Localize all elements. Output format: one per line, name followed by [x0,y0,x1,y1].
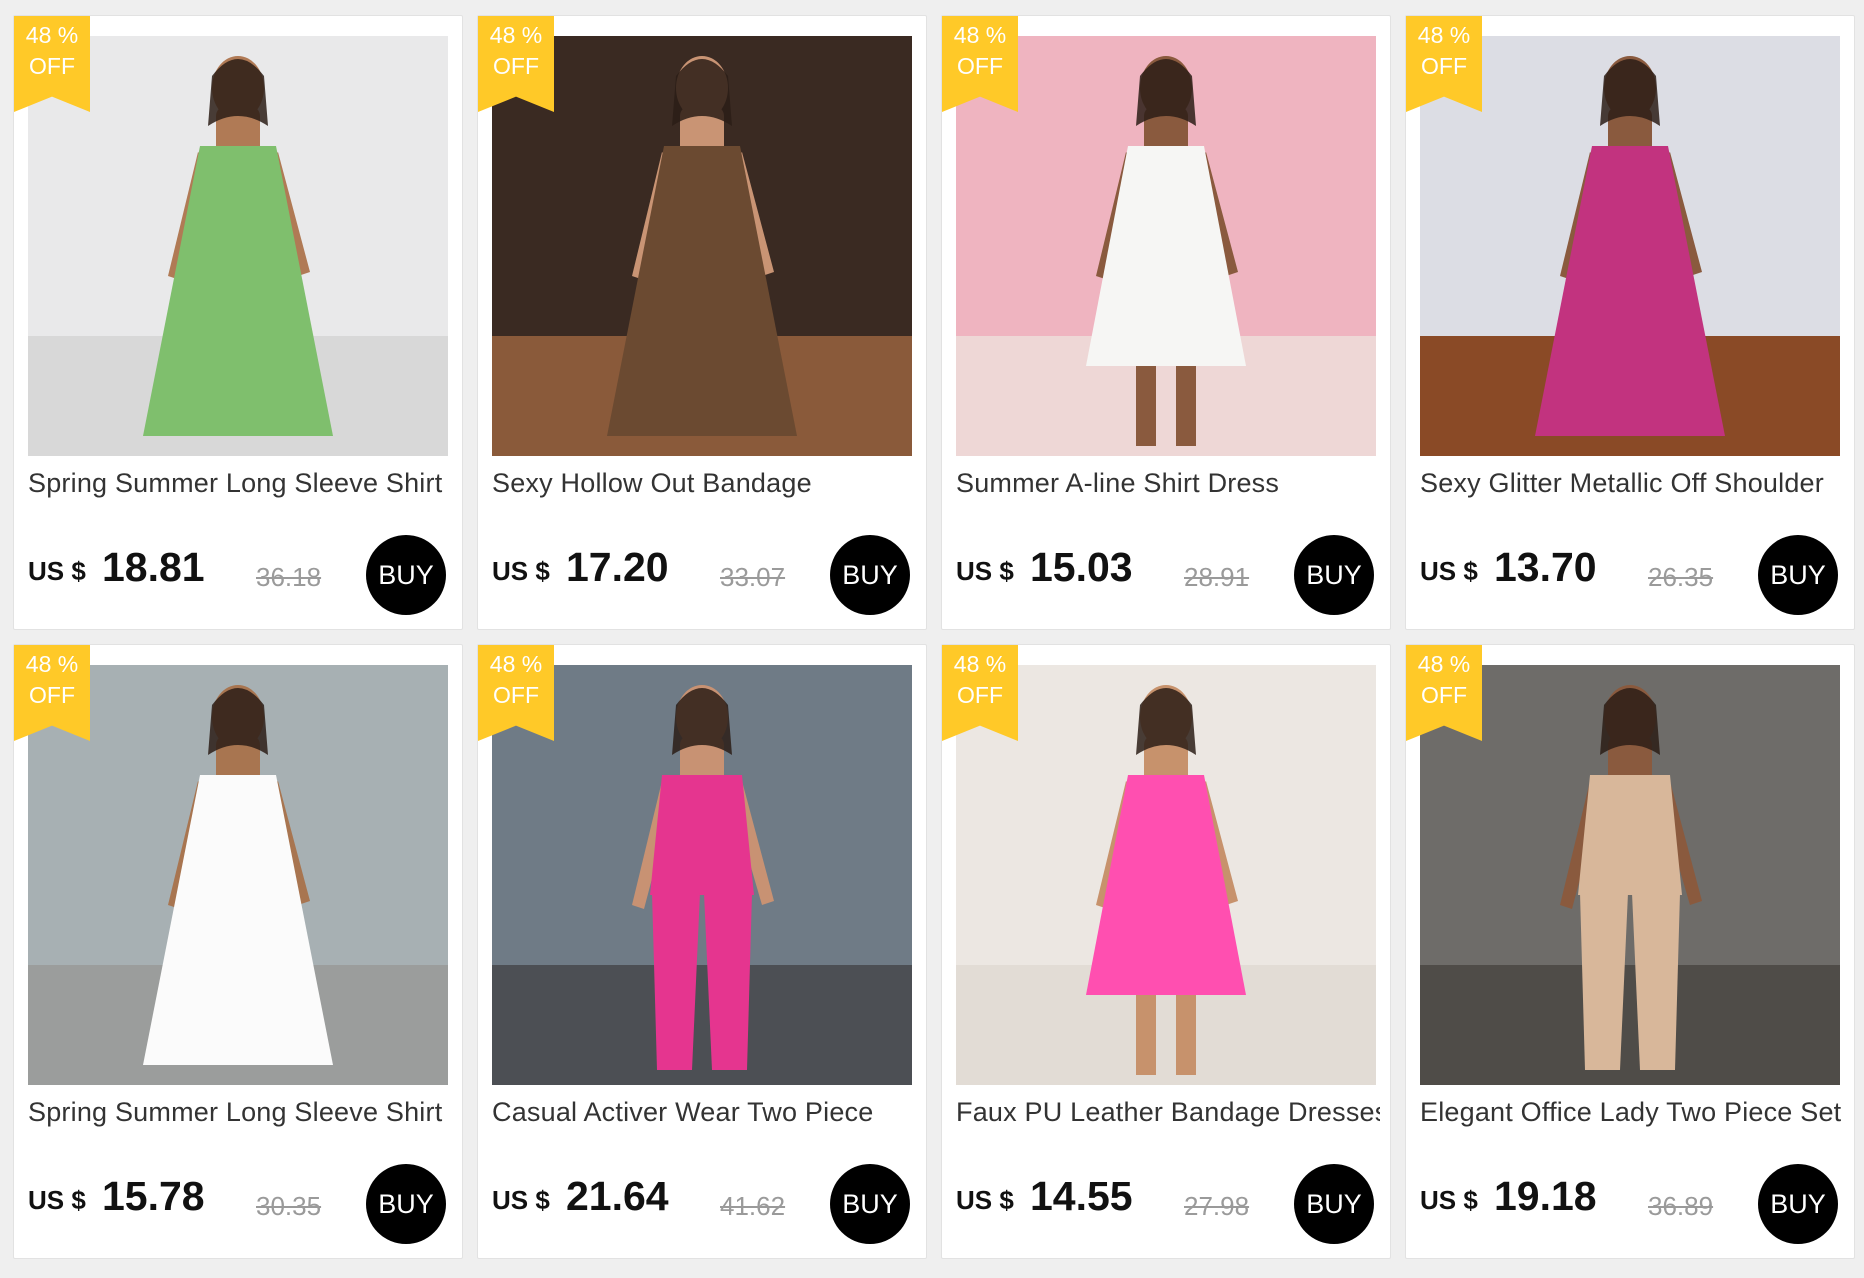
currency-label: US $ [28,1185,86,1215]
product-title[interactable]: Spring Summer Long Sleeve Shirt [28,468,452,499]
original-price: 26.35 [1648,562,1714,592]
discount-off-label: OFF [1421,682,1467,708]
original-price: 33.07 [720,562,786,592]
model-pink-metallic-dress-photo[interactable] [1420,36,1840,456]
original-price: 36.18 [256,562,322,592]
currency-label: US $ [492,1185,550,1215]
buy-button[interactable]: BUY [830,535,910,615]
product-title[interactable]: Summer A-line Shirt Dress [956,468,1380,499]
product-grid: 48 % OFF Spring Summer Long Sleeve Shirt… [0,0,1864,1278]
sale-price: 15.03 [1030,544,1133,590]
discount-percent: 48 % [25,651,79,677]
model-pink-leather-dress-photo[interactable] [956,665,1376,1085]
product-card[interactable]: 48 % OFF Elegant Office Lady Two Piece S… [1405,644,1855,1259]
buy-button[interactable]: BUY [1758,1164,1838,1244]
currency-label: US $ [956,1185,1014,1215]
discount-off-label: OFF [1421,53,1467,79]
sale-price: 19.18 [1494,1173,1597,1219]
product-card[interactable]: 48 % OFF Sexy Glitter Metallic Off Shoul… [1405,15,1855,630]
currency-label: US $ [956,556,1014,586]
currency-label: US $ [28,556,86,586]
model-white-shirt-dress-photo[interactable] [956,36,1376,456]
product-title[interactable]: Elegant Office Lady Two Piece Set [1420,1097,1844,1128]
sale-price: 21.64 [566,1173,669,1219]
sale-price: 17.20 [566,544,669,590]
buy-button[interactable]: BUY [366,535,446,615]
buy-button[interactable]: BUY [1294,1164,1374,1244]
model-beige-two-piece-photo[interactable] [1420,665,1840,1085]
product-title[interactable]: Casual Activer Wear Two Piece [492,1097,916,1128]
discount-off-label: OFF [29,682,75,708]
product-card[interactable]: 48 % OFF Casual Activer Wear Two Piece U… [477,644,927,1259]
product-card[interactable]: 48 % OFF Spring Summer Long Sleeve Shirt… [13,15,463,630]
discount-percent: 48 % [953,22,1007,48]
original-price: 30.35 [256,1191,322,1221]
sale-price: 18.81 [102,544,205,590]
product-title[interactable]: Sexy Hollow Out Bandage [492,468,916,499]
currency-label: US $ [1420,1185,1478,1215]
product-card[interactable]: 48 % OFF Summer A-line Shirt Dress US $ … [941,15,1391,630]
original-price: 27.98 [1184,1191,1250,1221]
discount-percent: 48 % [1417,22,1471,48]
discount-off-label: OFF [493,53,539,79]
discount-percent: 48 % [1417,651,1471,677]
original-price: 28.91 [1184,562,1250,592]
discount-off-label: OFF [493,682,539,708]
original-price: 36.89 [1648,1191,1714,1221]
buy-button[interactable]: BUY [830,1164,910,1244]
discount-off-label: OFF [957,53,1003,79]
buy-button[interactable]: BUY [1758,535,1838,615]
sale-price: 14.55 [1030,1173,1133,1219]
model-green-shirt-dress-photo[interactable] [28,36,448,456]
product-title[interactable]: Spring Summer Long Sleeve Shirt [28,1097,452,1128]
product-card[interactable]: 48 % OFF Spring Summer Long Sleeve Shirt… [13,644,463,1259]
model-brown-bandage-dress-photo[interactable] [492,36,912,456]
discount-off-label: OFF [957,682,1003,708]
discount-off-label: OFF [29,53,75,79]
discount-percent: 48 % [25,22,79,48]
product-card[interactable]: 48 % OFF Sexy Hollow Out Bandage US $ 17… [477,15,927,630]
currency-label: US $ [1420,556,1478,586]
currency-label: US $ [492,556,550,586]
model-pink-tracksuit-photo[interactable] [492,665,912,1085]
model-white-long-shirt-dress-photo[interactable] [28,665,448,1085]
discount-percent: 48 % [489,651,543,677]
sale-price: 13.70 [1494,544,1597,590]
discount-percent: 48 % [953,651,1007,677]
buy-button[interactable]: BUY [1294,535,1374,615]
product-title[interactable]: Faux PU Leather Bandage Dresses [956,1097,1380,1128]
product-title[interactable]: Sexy Glitter Metallic Off Shoulder [1420,468,1844,499]
buy-button[interactable]: BUY [366,1164,446,1244]
product-card[interactable]: 48 % OFF Faux PU Leather Bandage Dresses… [941,644,1391,1259]
original-price: 41.62 [720,1191,786,1221]
sale-price: 15.78 [102,1173,205,1219]
discount-percent: 48 % [489,22,543,48]
